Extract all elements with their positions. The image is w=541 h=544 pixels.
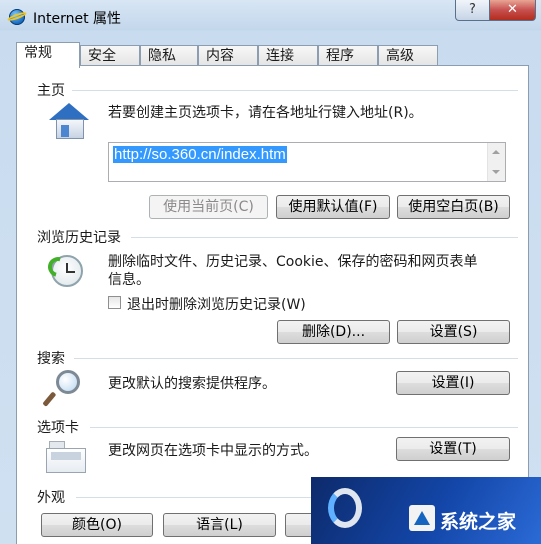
delete-on-exit-checkbox[interactable] [108,296,121,309]
history-group-label: 浏览历史记录 [37,230,121,246]
search-settings-button[interactable]: 设置(I) [396,371,510,395]
tab-advanced[interactable]: 高级 [378,45,438,66]
close-button[interactable]: ✕ [489,0,536,21]
delete-history-button[interactable]: 删除(D)... [277,320,390,344]
title-bar[interactable]: Internet 属性 ? ✕ [0,0,541,34]
history-description-line1: 删除临时文件、历史记录、Cookie、保存的密码和网页表单 [108,254,478,270]
window-title: Internet 属性 [33,11,122,27]
home-group-divider [72,90,518,91]
watermark-text: 系统之家 [440,511,517,533]
home-icon [48,101,90,139]
use-blank-button[interactable]: 使用空白页(B) [397,195,510,219]
history-settings-button[interactable]: 设置(S) [397,320,510,344]
home-description: 若要创建主页选项卡，请在各地址行键入地址(R)。 [108,105,423,121]
use-default-button[interactable]: 使用默认值(F) [276,195,390,219]
tab-programs[interactable]: 程序 [318,45,378,66]
tab-security[interactable]: 安全 [80,45,140,66]
history-clock-icon [44,251,87,291]
tabs-settings-button[interactable]: 设置(T) [396,437,510,461]
history-description-line2: 信息。 [108,272,150,288]
tabs-window-icon [46,440,88,474]
tabs-group-label: 选项卡 [37,420,79,436]
colors-button[interactable]: 颜色(O) [41,513,153,537]
tabs-description: 更改网页在选项卡中显示的方式。 [108,443,318,459]
tab-privacy[interactable]: 隐私 [140,45,198,66]
languages-button[interactable]: 语言(L) [163,513,276,537]
scroll-down-icon[interactable] [492,170,500,174]
scroll-up-icon[interactable] [492,150,500,154]
appearance-group-divider [76,497,311,498]
delete-on-exit-label[interactable]: 退出时删除浏览历史记录(W) [127,294,306,314]
tab-connections[interactable]: 连接 [258,45,318,66]
appearance-group-label: 外观 [37,490,65,506]
search-group-label: 搜索 [37,351,65,367]
search-group-divider [74,358,518,359]
internet-options-window: Internet 属性 ? ✕ 常规 安全 隐私 内容 连接 程序 高级 主页 … [0,0,541,544]
search-magnifier-icon [42,370,88,410]
home-page-url-text[interactable]: http://so.360.cn/index.htm [113,146,287,163]
use-current-button[interactable]: 使用当前页(C) [149,195,268,219]
home-page-url-textarea[interactable]: http://so.360.cn/index.htm [108,142,506,182]
history-group-divider [131,237,518,238]
tabs-group-divider [90,427,518,428]
home-group-label: 主页 [37,83,65,99]
url-scrollbar[interactable] [487,143,505,181]
search-description: 更改默认的搜索提供程序。 [108,376,276,392]
watermark-house-icon [409,505,435,531]
tab-general[interactable]: 常规 [16,42,80,68]
internet-explorer-icon [9,9,25,25]
help-button[interactable]: ? [455,0,490,21]
tab-content[interactable]: 内容 [198,45,258,66]
watermark-logo-icon [328,488,362,528]
